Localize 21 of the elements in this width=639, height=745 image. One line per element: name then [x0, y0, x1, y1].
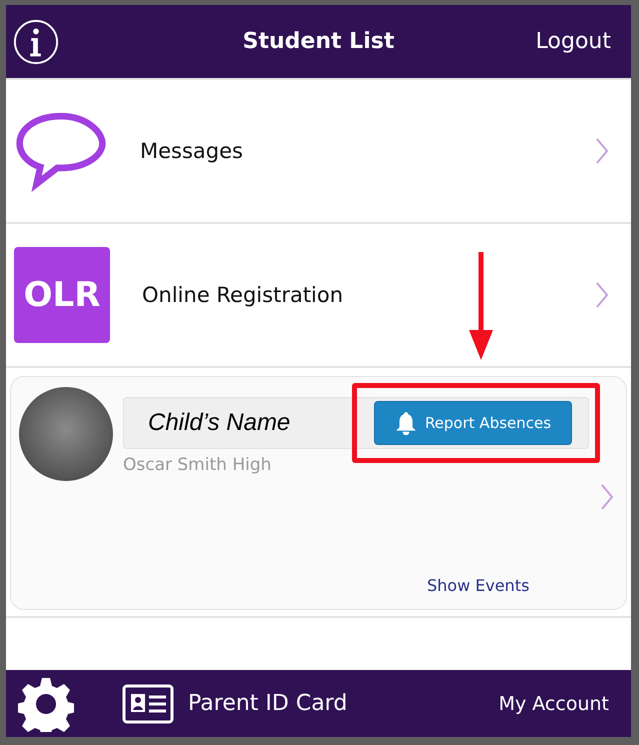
chevron-right-icon: [595, 137, 609, 165]
school-name: Oscar Smith High: [123, 455, 272, 475]
report-absences-button[interactable]: Report Absences: [374, 401, 572, 445]
header-title: Student List: [242, 29, 394, 54]
logout-button[interactable]: Logout: [536, 29, 611, 54]
info-icon[interactable]: [12, 18, 60, 66]
olr-logo: OLR: [14, 247, 110, 343]
speech-bubble-icon: [14, 110, 108, 192]
my-account-button[interactable]: My Account: [498, 692, 609, 714]
menu-label: Online Registration: [142, 283, 344, 307]
chevron-right-icon: [600, 483, 614, 511]
parent-id-card-button[interactable]: Parent ID Card: [122, 684, 348, 724]
menu-label: Messages: [140, 139, 243, 163]
bell-icon: [394, 411, 417, 435]
chevron-right-icon: [595, 281, 609, 309]
show-events-link[interactable]: Show Events: [427, 576, 530, 595]
settings-icon[interactable]: [18, 676, 74, 732]
menu-row[interactable]: Messages: [6, 78, 631, 222]
id-card-icon: [122, 684, 174, 724]
menu-row[interactable]: OLR Online Registration: [6, 222, 631, 366]
child-name: Child’s Name: [148, 409, 290, 437]
